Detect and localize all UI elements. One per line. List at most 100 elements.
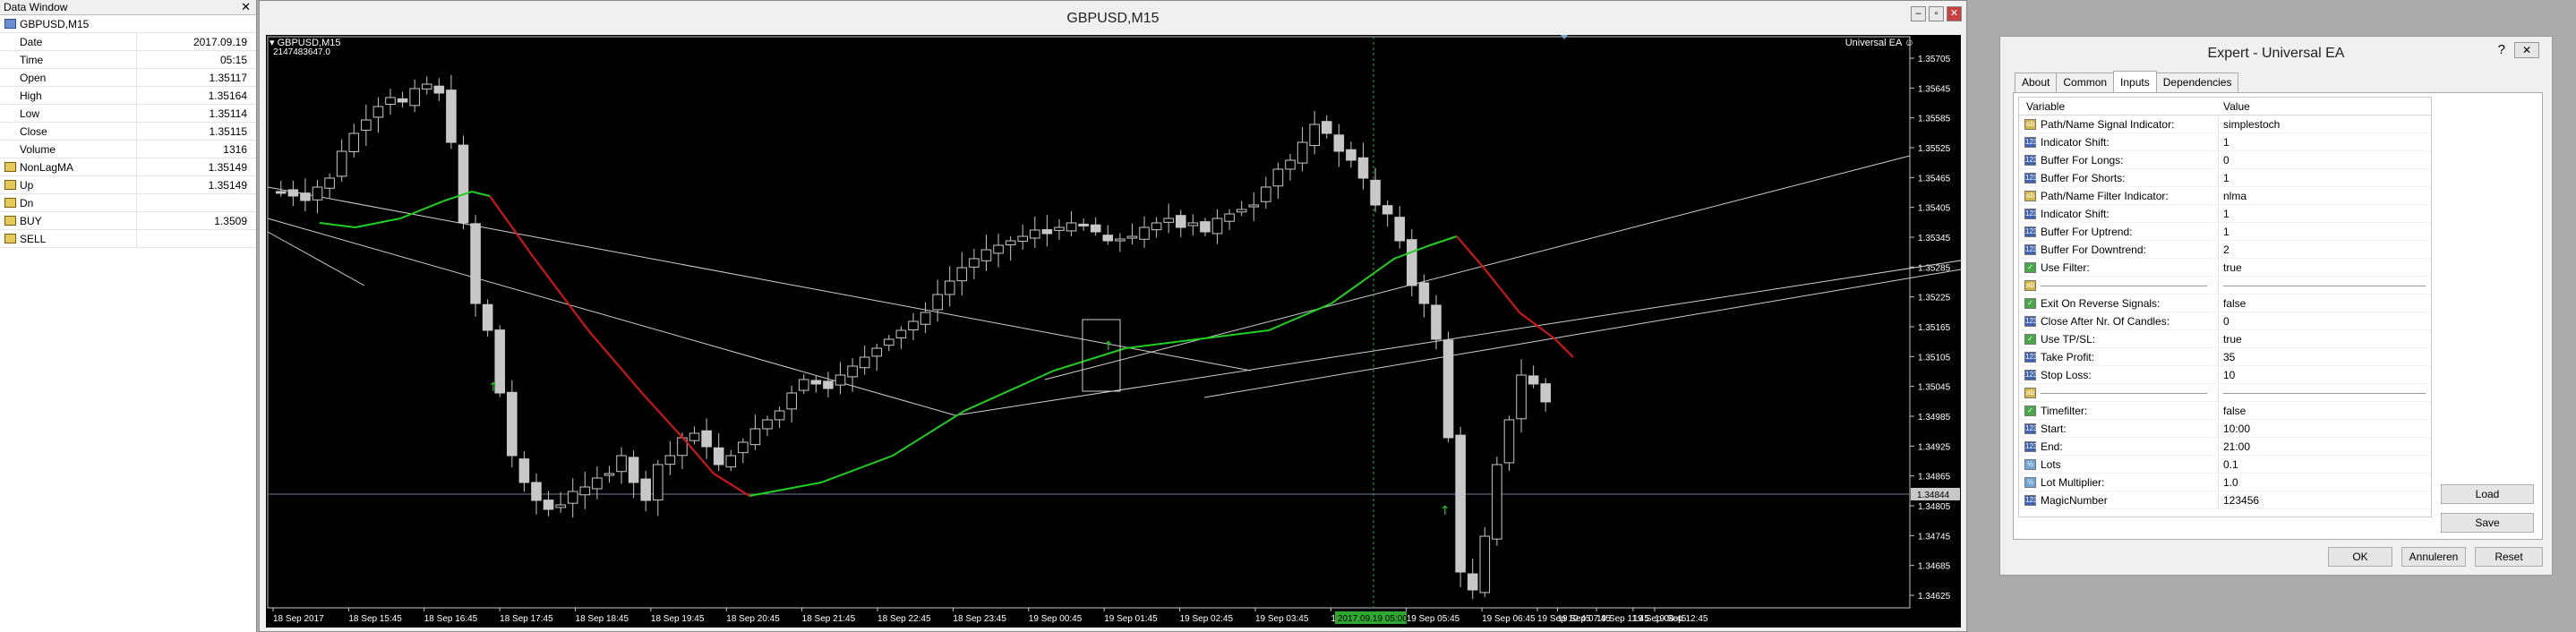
input-param-row[interactable]: 123 Buffer For Uptrend: 1 <box>2019 223 2431 241</box>
input-param-row[interactable]: ✓ Use TP/SL: true <box>2019 330 2431 348</box>
input-param-row[interactable]: ab Path/Name Signal Indicator: simplestoch <box>2019 115 2431 133</box>
save-button[interactable]: Save <box>2441 513 2534 533</box>
input-param-row[interactable]: ab <box>2019 277 2431 295</box>
inputs-table: Variable Value ab Path/Name Signal Indica… <box>2018 97 2432 517</box>
candle-body <box>1333 134 1345 152</box>
data-window-row: Volume 1316 <box>0 141 256 158</box>
param-value[interactable]: 10:00 <box>2223 423 2250 435</box>
param-value[interactable]: 1.0 <box>2223 476 2238 489</box>
price-tick-label: 1.34745 <box>1918 532 1951 542</box>
row-value: 2017.09.19 <box>193 36 247 48</box>
param-value[interactable]: 21:00 <box>2223 440 2250 453</box>
input-param-row[interactable]: 123 Indicator Shift: 1 <box>2019 205 2431 223</box>
load-button[interactable]: Load <box>2441 484 2534 504</box>
expert-label[interactable]: Universal EA ☺ <box>1845 38 1914 48</box>
input-param-row[interactable]: 123 Close After Nr. Of Candles: 0 <box>2019 312 2431 330</box>
param-value[interactable]: 0 <box>2223 315 2229 328</box>
input-param-row[interactable]: 123 End: 21:00 <box>2019 438 2431 456</box>
column-divider <box>2218 277 2219 294</box>
ok-button[interactable]: OK <box>2328 547 2392 567</box>
candle-body <box>372 106 384 118</box>
input-param-row[interactable]: ✓ Exit On Reverse Signals: false <box>2019 295 2431 312</box>
buy-arrow-icon: ↑ <box>1440 504 1451 518</box>
input-param-row[interactable]: 123 Buffer For Shorts: 1 <box>2019 169 2431 187</box>
input-param-row[interactable]: ½ Lot Multiplier: 1.0 <box>2019 474 2431 491</box>
column-divider <box>2218 420 2219 437</box>
param-value[interactable]: 1 <box>2223 136 2229 149</box>
candle-body <box>616 455 627 473</box>
time-tick-label: 19 Sep 02:45 <box>1180 614 1234 624</box>
tab-about[interactable]: About <box>2015 73 2058 92</box>
price-chart[interactable]: 1.35705 1.35645 1.35585 1.35525 1.35465 1.354… <box>266 35 1961 628</box>
input-param-row[interactable]: 123 Buffer For Longs: 0 <box>2019 151 2431 169</box>
close-button[interactable]: ✕ <box>1947 6 1962 21</box>
minimize-button[interactable]: ‒ <box>1911 6 1926 21</box>
row-label: Volume <box>20 143 56 156</box>
candle-body <box>312 186 323 201</box>
cancel-button[interactable]: Annuleren <box>2401 547 2466 567</box>
param-type-icon: 123 <box>2024 173 2038 184</box>
input-param-row[interactable]: ✓ Use Filter: true <box>2019 259 2431 277</box>
close-button[interactable]: ✕ <box>2514 42 2539 58</box>
input-param-row[interactable]: ½ Lots 0.1 <box>2019 456 2431 474</box>
tab-dependencies[interactable]: Dependencies <box>2155 73 2239 92</box>
candle-body <box>944 280 955 295</box>
price-tick-label: 1.34925 <box>1918 442 1951 452</box>
candle-body <box>1139 226 1150 240</box>
help-button[interactable]: ? <box>2498 42 2505 57</box>
param-name: Start: <box>2041 423 2067 435</box>
param-name: Take Profit: <box>2041 351 2095 363</box>
param-value[interactable]: 0 <box>2223 154 2229 167</box>
input-param-row[interactable]: 123 Indicator Shift: 1 <box>2019 133 2431 151</box>
nonlagma-down-line <box>489 195 750 497</box>
data-window-row: NonLagMA 1.35149 <box>0 158 256 176</box>
tab-common[interactable]: Common <box>2056 73 2115 92</box>
param-type-icon: ab <box>2024 388 2036 398</box>
column-divider <box>2218 223 2219 240</box>
param-type-icon: 123 <box>2024 244 2038 255</box>
input-param-row[interactable]: ab Path/Name Filter Indicator: nlma <box>2019 187 2431 205</box>
param-name: Stop Loss: <box>2041 369 2092 381</box>
price-tick-label: 1.35405 <box>1918 204 1951 214</box>
param-value[interactable]: 2 <box>2223 243 2229 256</box>
column-value: Value <box>2223 100 2250 113</box>
candle-body <box>446 90 457 143</box>
param-type-icon: ab <box>2024 191 2036 201</box>
tab-inputs[interactable]: Inputs <box>2113 71 2157 92</box>
param-value[interactable]: simplestoch <box>2223 118 2280 131</box>
column-divider <box>2218 402 2219 419</box>
input-param-row[interactable]: 123 MagicNumber 123456 <box>2019 491 2431 509</box>
input-param-row[interactable]: 123 Buffer For Downtrend: 2 <box>2019 241 2431 259</box>
param-value[interactable]: 1 <box>2223 208 2229 220</box>
param-value[interactable]: 1 <box>2223 172 2229 184</box>
param-type-icon: ✓ <box>2024 334 2036 345</box>
time-tick-label: 18 Sep 21:45 <box>802 614 856 624</box>
candle-body <box>1357 157 1369 179</box>
param-value[interactable]: true <box>2223 261 2242 274</box>
input-param-row[interactable]: ab <box>2019 384 2431 402</box>
candle-body <box>871 347 883 357</box>
param-value[interactable]: nlma <box>2223 190 2247 202</box>
reset-button[interactable]: Reset <box>2475 547 2543 567</box>
param-value[interactable]: false <box>2223 297 2246 310</box>
price-tick-label: 1.35105 <box>1918 353 1951 363</box>
param-value[interactable]: 1 <box>2223 226 2229 238</box>
input-param-row[interactable]: 123 Take Profit: 35 <box>2019 348 2431 366</box>
close-icon[interactable]: ✕ <box>241 0 251 14</box>
inputs-table-header: Variable Value <box>2019 98 2431 115</box>
data-window-row: SELL <box>0 230 256 248</box>
param-value[interactable]: true <box>2223 333 2242 346</box>
param-value[interactable]: false <box>2223 405 2246 417</box>
input-param-row[interactable]: 123 Stop Loss: 10 <box>2019 366 2431 384</box>
param-value[interactable]: 123456 <box>2223 494 2259 507</box>
row-value: 1316 <box>223 143 247 156</box>
param-value[interactable]: 0.1 <box>2223 458 2238 471</box>
input-param-row[interactable]: 123 Start: 10:00 <box>2019 420 2431 438</box>
chart-svg[interactable]: 1.35705 1.35645 1.35585 1.35525 1.35465 1.354… <box>266 35 1961 628</box>
input-param-row[interactable]: ✓ Timefilter: false <box>2019 402 2431 420</box>
param-value[interactable]: 10 <box>2223 369 2235 381</box>
maximize-button[interactable]: ▫ <box>1929 6 1944 21</box>
time-tick-label: 19 Sep 05:45 <box>1407 614 1460 624</box>
param-value[interactable]: 35 <box>2223 351 2235 363</box>
row-label: Dn <box>20 197 34 209</box>
